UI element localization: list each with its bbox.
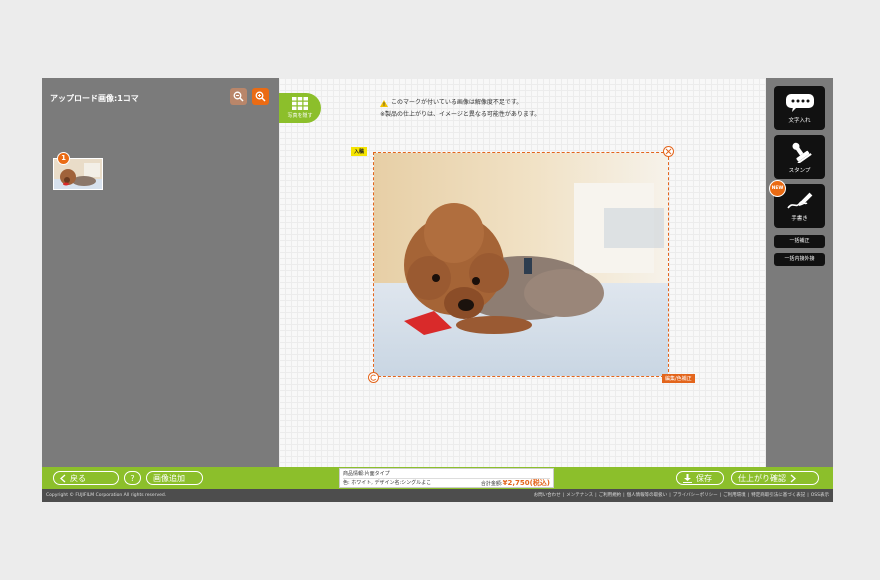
bottom-action-bar: 戻る ? 画像追加 商品情報:片面タイプ 色: ホワイト, デザイン名:シングル… [42, 467, 833, 489]
left-panel: アップロード画像:1コマ 1 [42, 78, 279, 467]
add-image-button[interactable]: 画像追加 [146, 471, 203, 485]
notices: このマークが付いている画像は解像度不足です。 ※製品の仕上がりは、イメージと異な… [380, 97, 540, 121]
total-label: 合計金額: [480, 481, 503, 487]
footer-link-personal-info[interactable]: 個人情報等の取扱い [627, 489, 668, 502]
rotate-handle[interactable] [368, 372, 379, 383]
text-tool-button[interactable]: 文字入れ [774, 86, 825, 130]
thumbnail-count-badge: 1 [57, 152, 70, 165]
warning-icon [380, 99, 388, 107]
zoom-in-button[interactable] [252, 88, 269, 105]
editing-canvas: 写真を隠す このマークが付いている画像は解像度不足です。 ※製品の仕上がりは、イ… [279, 78, 766, 467]
remove-photo-handle[interactable] [663, 146, 674, 157]
footer: Copyright © FUJIFILM Corporation All rig… [42, 489, 833, 502]
help-button[interactable]: ? [124, 471, 141, 485]
speech-bubble-icon [785, 93, 814, 112]
download-icon [683, 473, 692, 483]
stamp-tool-button[interactable]: スタンプ [774, 135, 825, 179]
handwriting-tool-label: 手書き [791, 215, 808, 222]
right-tool-panel: 文字入れ スタンプ NEW 手書き 一括補正 一括内接外接 [766, 78, 833, 467]
footer-link-commerce-law[interactable]: 特定商取引法に基づく表記 [751, 489, 805, 502]
copyright-text: Copyright © FUJIFILM Corporation All rig… [46, 493, 167, 498]
close-icon [665, 148, 672, 155]
footer-link-oss[interactable]: OSS表示 [811, 489, 829, 502]
text-tool-label: 文字入れ [788, 117, 811, 124]
new-badge: NEW [769, 180, 786, 197]
preview-finish-button[interactable]: 仕上がり確認 [731, 471, 819, 485]
rotate-icon [370, 374, 377, 381]
help-label: ? [130, 473, 135, 483]
footer-links: お問い合わせ | メンテナンス | ご利用規約 | 個人情報等の取扱い | プライバシー… [534, 489, 829, 502]
stamp-tool-label: スタンプ [788, 167, 811, 174]
footer-link-terms[interactable]: ご利用規約 [599, 489, 622, 502]
product-type: 商品情報:片面タイプ [343, 471, 390, 477]
product-image-notice: ※製品の仕上がりは、イメージと異なる可能性があります。 [380, 111, 541, 118]
save-button[interactable]: 保存 [676, 471, 724, 485]
grid-icon [292, 97, 308, 110]
product-design: 色: ホワイト, デザイン名:シングルよこ [343, 480, 432, 486]
product-info-box: 商品情報:片面タイプ 色: ホワイト, デザイン名:シングルよこ 合計金額:¥2… [339, 468, 554, 488]
save-label: 保存 [696, 473, 712, 483]
hide-photos-button[interactable]: 写真を隠す [279, 93, 321, 123]
upload-count-title: アップロード画像:1コマ [50, 94, 139, 103]
footer-link-privacy[interactable]: プライバシーポリシー [673, 489, 718, 502]
batch-fit-button[interactable]: 一括内接外接 [774, 253, 825, 266]
preview-finish-label: 仕上がり確認 [738, 473, 786, 483]
zoom-in-icon [255, 91, 266, 102]
footer-link-maintenance[interactable]: メンテナンス [566, 489, 593, 502]
back-label: 戻る [70, 473, 86, 483]
pen-icon [786, 192, 812, 209]
back-button[interactable]: 戻る [53, 471, 119, 485]
hide-photos-label: 写真を隠す [287, 113, 313, 119]
dog-photo-image [374, 153, 668, 376]
photo-frame[interactable] [373, 152, 669, 377]
in-tag: 入稿 [351, 147, 368, 156]
stamp-icon [791, 142, 812, 163]
chevron-right-icon [790, 474, 796, 482]
edit-color-correct-button[interactable]: 編集/色補正 [662, 374, 695, 383]
zoom-out-icon [233, 91, 244, 102]
add-image-label: 画像追加 [153, 473, 185, 483]
footer-link-contact[interactable]: お問い合わせ [534, 489, 561, 502]
low-resolution-notice: このマークが付いている画像は解像度不足です。 [391, 99, 523, 106]
footer-link-environment[interactable]: ご利用環境 [723, 489, 746, 502]
total-price: ¥2,750(税込) [502, 479, 550, 487]
batch-adjust-button[interactable]: 一括補正 [774, 235, 825, 248]
editor-app: アップロード画像:1コマ 1 写真を隠す このマークが付いている画像は解像度不足… [42, 78, 833, 502]
total-price-group: 合計金額:¥2,750(税込) [481, 479, 550, 488]
dog-photo[interactable] [374, 153, 668, 376]
zoom-out-button[interactable] [230, 88, 247, 105]
chevron-left-icon [60, 474, 66, 482]
